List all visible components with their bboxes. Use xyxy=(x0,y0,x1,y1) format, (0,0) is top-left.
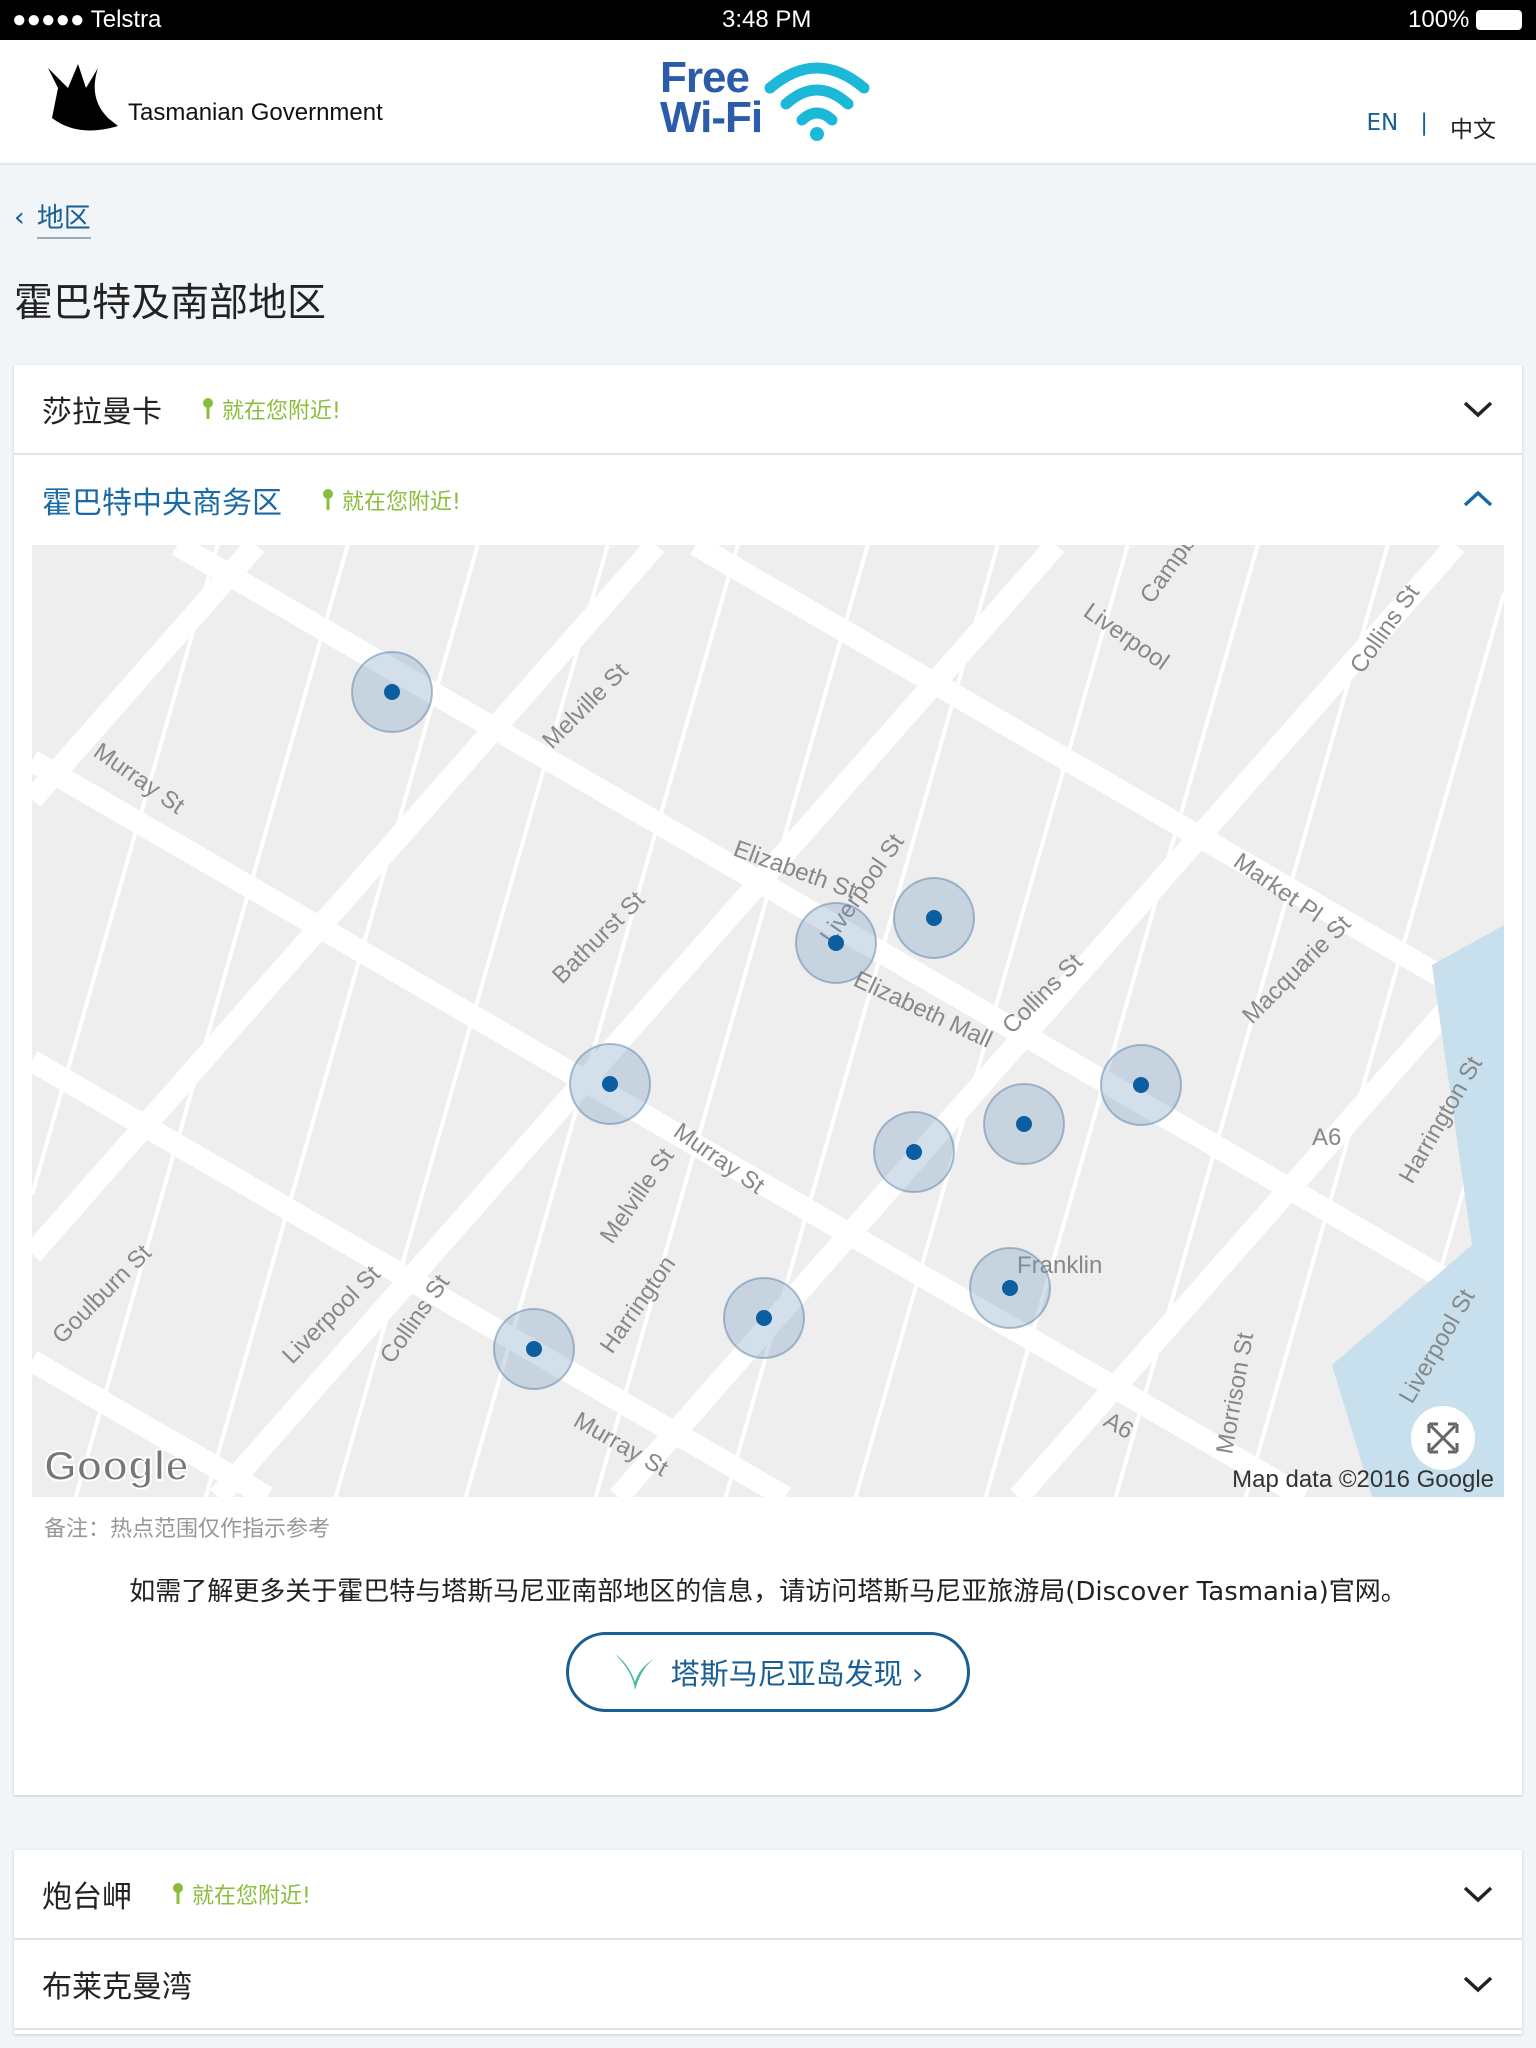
pin-icon xyxy=(203,398,213,419)
street-label: Collins St xyxy=(1345,580,1425,679)
street-label: Bathurst St xyxy=(547,886,650,989)
header: Tasmanian Government Free Wi-Fi EN | 中文 xyxy=(0,40,1536,165)
street-label: Morrison St xyxy=(1211,1330,1259,1456)
chevron-up-icon[interactable] xyxy=(1462,483,1494,515)
hotspot-map[interactable]: Murray St Melville St Campbell St Collins S… xyxy=(32,545,1504,1497)
accordion-item-salamanca[interactable]: 莎拉曼卡 就在您附近! xyxy=(14,365,1522,455)
chevron-down-icon[interactable] xyxy=(1462,1878,1494,1910)
wifi-hotspot[interactable] xyxy=(893,877,975,959)
gov-logo-text: Tasmanian Government xyxy=(128,98,383,126)
wifi-hotspot[interactable] xyxy=(723,1277,805,1359)
accordion-item-hobart-cbd[interactable]: 霍巴特中央商务区 就在您附近! xyxy=(14,455,1522,545)
map-canvas[interactable]: Murray StMelville StCampbell StCollins S… xyxy=(32,545,1504,1497)
breadcrumb-regions[interactable]: 地区 xyxy=(36,196,91,239)
wifi-logo-line1: Free xyxy=(660,53,750,102)
nearby-badge: 就在您附近! xyxy=(322,484,461,516)
road xyxy=(853,545,1130,1497)
chevron-left-icon: ‹ xyxy=(14,202,25,233)
wifi-hotspot[interactable] xyxy=(569,1043,651,1125)
pin-icon xyxy=(173,1883,183,1904)
street-label: Melville St xyxy=(595,1143,680,1248)
wifi-hotspot[interactable] xyxy=(1100,1044,1182,1126)
wifi-hotspot[interactable] xyxy=(969,1247,1051,1329)
street-label: Macquarie St xyxy=(1237,910,1356,1029)
chevron-down-icon[interactable] xyxy=(1462,1968,1494,2000)
wifi-logo-line2: Wi-Fi xyxy=(660,93,763,142)
accordion-title: 霍巴特中央商务区 xyxy=(42,486,282,521)
accordion-title: 莎拉曼卡 xyxy=(42,395,162,430)
wifi-icon xyxy=(764,62,870,141)
street-label: A6 xyxy=(1312,1124,1341,1151)
accordion-title: 炮台岬 xyxy=(42,1880,132,1915)
discover-tasmania-button[interactable]: 塔斯马尼亚岛发现 › xyxy=(566,1632,970,1712)
free-wifi-logo: Free Wi-Fi xyxy=(660,53,872,142)
lang-zh-link[interactable]: 中文 xyxy=(1450,110,1496,144)
time: 3:48 PM xyxy=(722,6,812,33)
map-attribution[interactable]: Map data ©2016 Google xyxy=(1232,1466,1494,1493)
google-logo: Google xyxy=(44,1442,189,1489)
cta-label: 塔斯马尼亚岛发现 › xyxy=(670,1657,924,1691)
accordion-item-blackmans-bay[interactable]: 布莱克曼湾 xyxy=(14,1940,1522,2030)
accordion-title: 布莱克曼湾 xyxy=(42,1970,192,2005)
fullscreen-button[interactable] xyxy=(1411,1406,1475,1470)
accordion-card: 莎拉曼卡 就在您附近! 霍巴特中央商务区 就在您附近! Murray St Mel… xyxy=(14,365,1522,1795)
accordion-item-battery-point[interactable]: 炮台岬 就在您附近! xyxy=(14,1850,1522,1940)
road xyxy=(32,545,265,807)
lang-separator: | xyxy=(1420,110,1428,136)
street-label: Market Pl xyxy=(1229,848,1328,928)
battery-icon xyxy=(1476,10,1522,30)
accordion-card-lower: 炮台岬 就在您附近! 布莱克曼湾 xyxy=(14,1850,1522,2034)
nearby-text: 就在您附近! xyxy=(222,399,341,424)
water-area xyxy=(1332,925,1504,1497)
wifi-hotspot[interactable] xyxy=(873,1111,955,1193)
carrier: ●●●●● Telstra xyxy=(12,6,162,33)
breadcrumb[interactable]: ‹ 地区 xyxy=(14,196,91,239)
discover-tasmania-logo-icon xyxy=(614,1654,655,1690)
page-title: 霍巴特及南部地区 xyxy=(14,281,327,326)
chevron-down-icon[interactable] xyxy=(1462,393,1494,425)
lang-en-link[interactable]: EN xyxy=(1367,110,1399,144)
nearby-badge: 就在您附近! xyxy=(202,393,341,425)
nearby-text: 就在您附近! xyxy=(342,490,461,515)
pin-icon xyxy=(323,489,333,510)
street-label: Goulburn St xyxy=(47,1239,157,1349)
info-text: 如需了解更多关于霍巴特与塔斯马尼亚南部地区的信息，请访问塔斯马尼亚旅游局(Dis… xyxy=(129,1577,1407,1607)
devil-logo-icon xyxy=(48,64,118,131)
map-note: 备注：热点范围仅作指示参考 xyxy=(44,1517,331,1542)
battery-percent: 100% xyxy=(1408,6,1470,33)
nearby-text: 就在您附近! xyxy=(192,1884,311,1909)
wifi-hotspot[interactable] xyxy=(983,1083,1065,1165)
nearby-badge: 就在您附近! xyxy=(172,1878,311,1910)
status-bar: ●●●●● Telstra 3:48 PM 100% xyxy=(0,0,1536,40)
language-switcher: EN | 中文 xyxy=(1367,110,1497,144)
wifi-hotspot[interactable] xyxy=(493,1308,575,1390)
wifi-hotspot[interactable] xyxy=(795,902,877,984)
tasmanian-government-logo[interactable]: Tasmanian Government xyxy=(38,58,383,138)
street-label: Campbell St xyxy=(1135,545,1232,608)
wifi-hotspot[interactable] xyxy=(351,651,433,733)
